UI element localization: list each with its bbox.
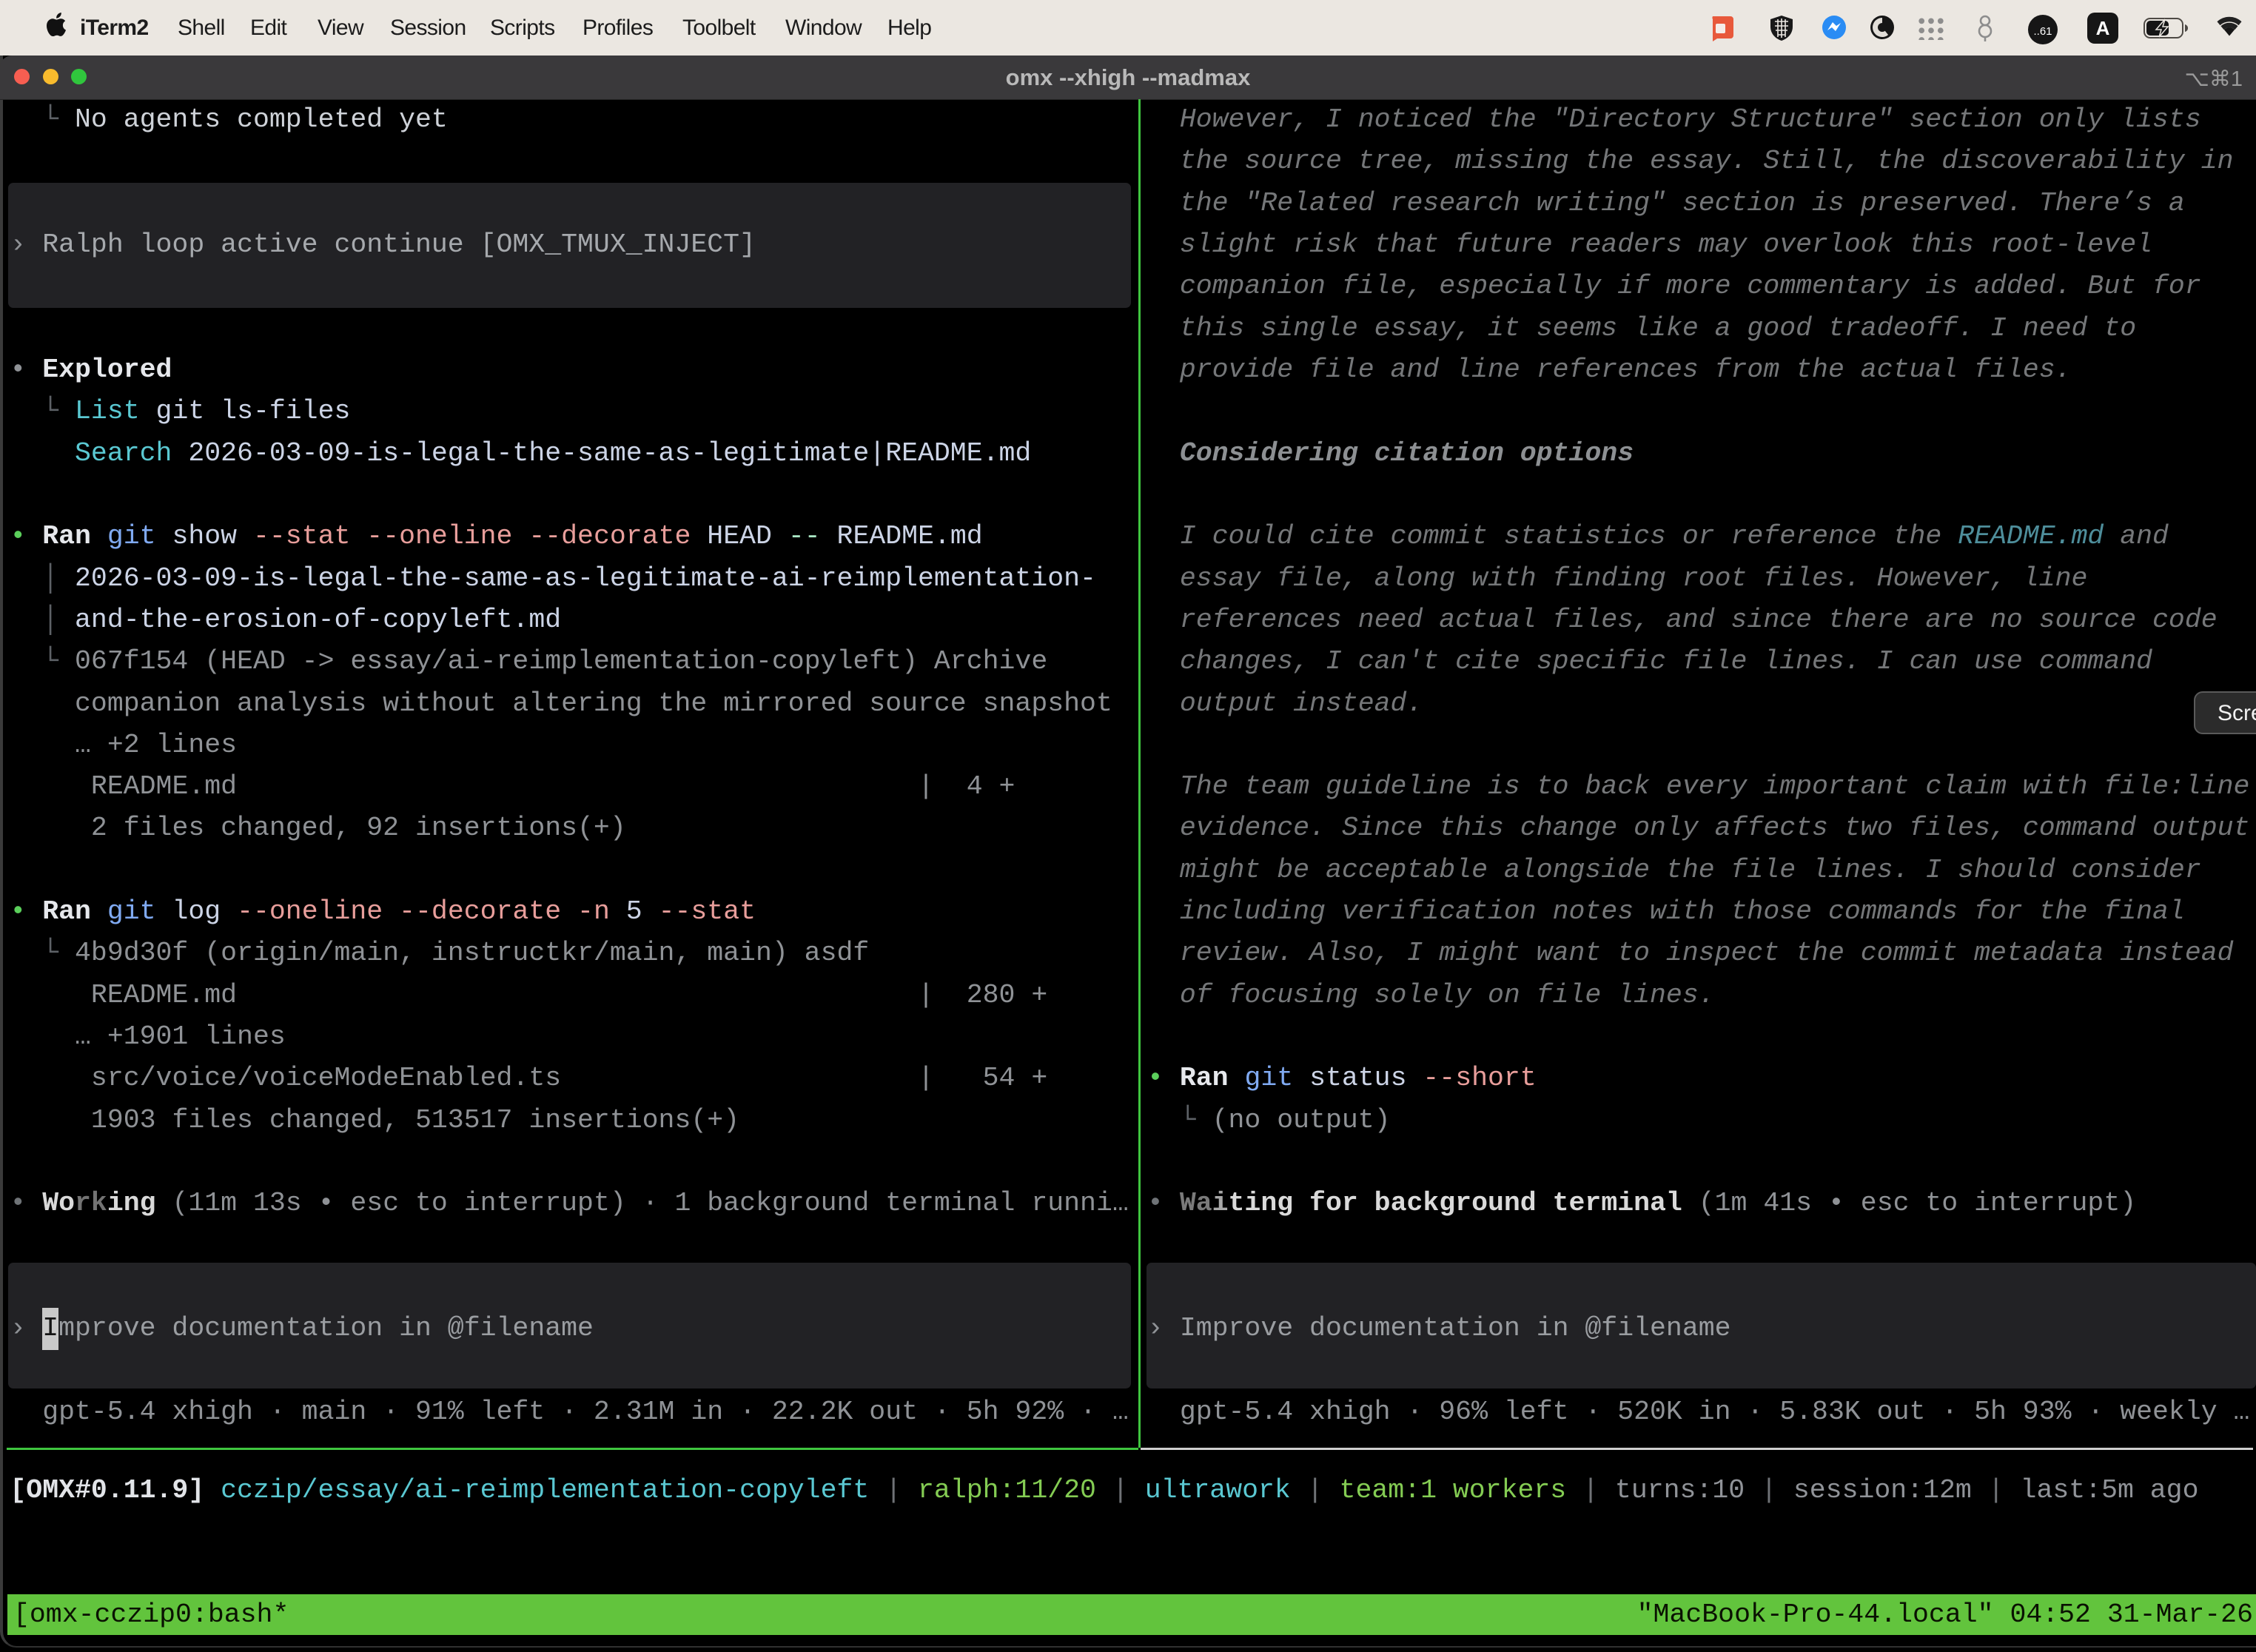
svg-text:A: A <box>2096 17 2110 39</box>
svg-text:..61: ..61 <box>2033 25 2052 38</box>
